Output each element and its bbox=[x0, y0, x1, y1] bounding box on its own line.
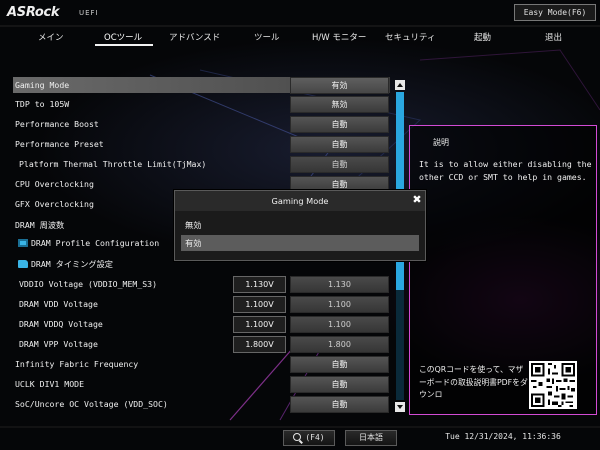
tab-hw-monitor[interactable]: H/W モニター bbox=[312, 31, 366, 43]
voltage-reading: 1.100V bbox=[233, 296, 286, 313]
voltage-reading: 1.800V bbox=[233, 336, 286, 353]
close-icon[interactable]: ✖ bbox=[411, 194, 423, 206]
option-enabled[interactable]: 有効 bbox=[181, 235, 419, 251]
setting-value[interactable]: 有効 bbox=[290, 77, 389, 94]
setting-performance-boost[interactable]: Performance Boost 自動 bbox=[13, 116, 390, 134]
setting-value[interactable]: 自動 bbox=[290, 116, 389, 133]
uefi-label: UEFI bbox=[79, 9, 99, 17]
scroll-down-arrow-icon[interactable] bbox=[395, 402, 405, 412]
search-shortcut: (F4) bbox=[305, 433, 325, 442]
setting-value[interactable]: 無効 bbox=[290, 96, 389, 113]
setting-soc-uncore-voltage[interactable]: SoC/Uncore OC Voltage (VDD_SOC) 自動 bbox=[13, 396, 390, 414]
tab-oc-tweaker[interactable]: OCツール bbox=[104, 31, 142, 43]
setting-label: DRAM 周波数 bbox=[15, 220, 65, 230]
setting-value[interactable]: 自動 bbox=[290, 356, 389, 373]
setting-label: CPU Overclocking bbox=[15, 179, 94, 189]
setting-dram-vpp-voltage[interactable]: DRAM VPP Voltage 1.800V 1.800 bbox=[13, 336, 390, 354]
voltage-reading: 1.100V bbox=[233, 316, 286, 333]
tab-advanced[interactable]: アドバンスド bbox=[169, 31, 220, 43]
asrock-logo: ASRock bbox=[7, 5, 60, 20]
footer: (F4) 日本語 Tue 12/31/2024, 11:36:36 bbox=[0, 429, 600, 450]
setting-value[interactable]: 1.100 bbox=[290, 296, 389, 313]
setting-label: DRAM VDDQ Voltage bbox=[19, 319, 103, 329]
header: ASRock UEFI Easy Mode(F6) bbox=[0, 0, 600, 26]
dialog-title: Gaming Mode bbox=[271, 196, 329, 206]
setting-label: Infinity Fabric Frequency bbox=[15, 359, 139, 369]
easy-mode-button[interactable]: Easy Mode(F6) bbox=[514, 4, 596, 21]
setting-label: Performance Preset bbox=[15, 139, 104, 149]
active-tab-indicator bbox=[95, 44, 153, 46]
setting-value[interactable]: 自動 bbox=[290, 376, 389, 393]
setting-label: GFX Overclocking bbox=[15, 199, 94, 209]
setting-value[interactable]: 1.100 bbox=[290, 316, 389, 333]
setting-thermal-throttle-limit[interactable]: Platform Thermal Throttle Limit(TjMax) 自… bbox=[13, 156, 390, 174]
tab-tool[interactable]: ツール bbox=[254, 31, 280, 43]
option-disabled[interactable]: 無効 bbox=[181, 217, 419, 233]
setting-uclk-div1-mode[interactable]: UCLK DIV1 MODE 自動 bbox=[13, 376, 390, 394]
tab-main[interactable]: メイン bbox=[38, 31, 64, 43]
setting-value[interactable]: 1.130 bbox=[290, 276, 389, 293]
setting-value[interactable]: 自動 bbox=[290, 156, 389, 173]
search-button[interactable]: (F4) bbox=[283, 430, 335, 446]
setting-label: SoC/Uncore OC Voltage (VDD_SOC) bbox=[15, 399, 168, 409]
qr-code-icon bbox=[529, 361, 577, 409]
voltage-reading: 1.130V bbox=[233, 276, 286, 293]
setting-label: DRAM VDD Voltage bbox=[19, 299, 98, 309]
setting-label: DRAM Profile Configuration bbox=[31, 238, 160, 248]
setting-dram-vdd-voltage[interactable]: DRAM VDD Voltage 1.100V 1.100 bbox=[13, 296, 390, 314]
setting-dram-vddq-voltage[interactable]: DRAM VDDQ Voltage 1.100V 1.100 bbox=[13, 316, 390, 334]
description-text: It is to allow either disabling the othe… bbox=[419, 159, 592, 182]
setting-label: Platform Thermal Throttle Limit(TjMax) bbox=[19, 159, 207, 169]
setting-label: UCLK DIV1 MODE bbox=[15, 379, 85, 389]
language-button[interactable]: 日本語 bbox=[345, 430, 397, 446]
dialog-header: Gaming Mode ✖ bbox=[175, 191, 425, 211]
tab-exit[interactable]: 退出 bbox=[545, 31, 562, 43]
setting-infinity-fabric-frequency[interactable]: Infinity Fabric Frequency 自動 bbox=[13, 356, 390, 374]
dram-profile-icon bbox=[18, 239, 28, 247]
setting-label: Performance Boost bbox=[15, 119, 99, 129]
setting-label: TDP to 105W bbox=[15, 99, 70, 109]
folder-icon bbox=[18, 260, 28, 268]
setting-vddio-voltage[interactable]: VDDIO Voltage (VDDIO_MEM_S3) 1.130V 1.13… bbox=[13, 276, 390, 294]
description-title: 説明 bbox=[433, 138, 449, 147]
gaming-mode-dialog: Gaming Mode ✖ 無効 有効 bbox=[174, 190, 426, 261]
setting-label: Gaming Mode bbox=[15, 80, 70, 90]
scroll-up-arrow-icon[interactable] bbox=[395, 80, 405, 90]
main-nav: メイン OCツール アドバンスド ツール H/W モニター セキュリティ 起動 … bbox=[0, 27, 600, 49]
setting-tdp-105w[interactable]: TDP to 105W 無効 bbox=[13, 96, 390, 114]
setting-value[interactable]: 1.800 bbox=[290, 336, 389, 353]
setting-label: DRAM タイミング設定 bbox=[31, 259, 113, 269]
setting-gaming-mode[interactable]: Gaming Mode 有効 bbox=[13, 77, 390, 94]
setting-value[interactable]: 自動 bbox=[290, 396, 389, 413]
setting-performance-preset[interactable]: Performance Preset 自動 bbox=[13, 136, 390, 154]
search-icon bbox=[293, 433, 302, 441]
system-datetime: Tue 12/31/2024, 11:36:36 bbox=[445, 432, 561, 441]
setting-label: VDDIO Voltage (VDDIO_MEM_S3) bbox=[19, 279, 158, 289]
setting-label: DRAM VPP Voltage bbox=[19, 339, 98, 349]
tab-boot[interactable]: 起動 bbox=[474, 31, 491, 43]
qr-code-caption: このQRコードを使って、マザーボードの取扱説明書PDFをダウンロ bbox=[419, 365, 528, 399]
setting-value[interactable]: 自動 bbox=[290, 136, 389, 153]
tab-security[interactable]: セキュリティ bbox=[385, 31, 436, 43]
